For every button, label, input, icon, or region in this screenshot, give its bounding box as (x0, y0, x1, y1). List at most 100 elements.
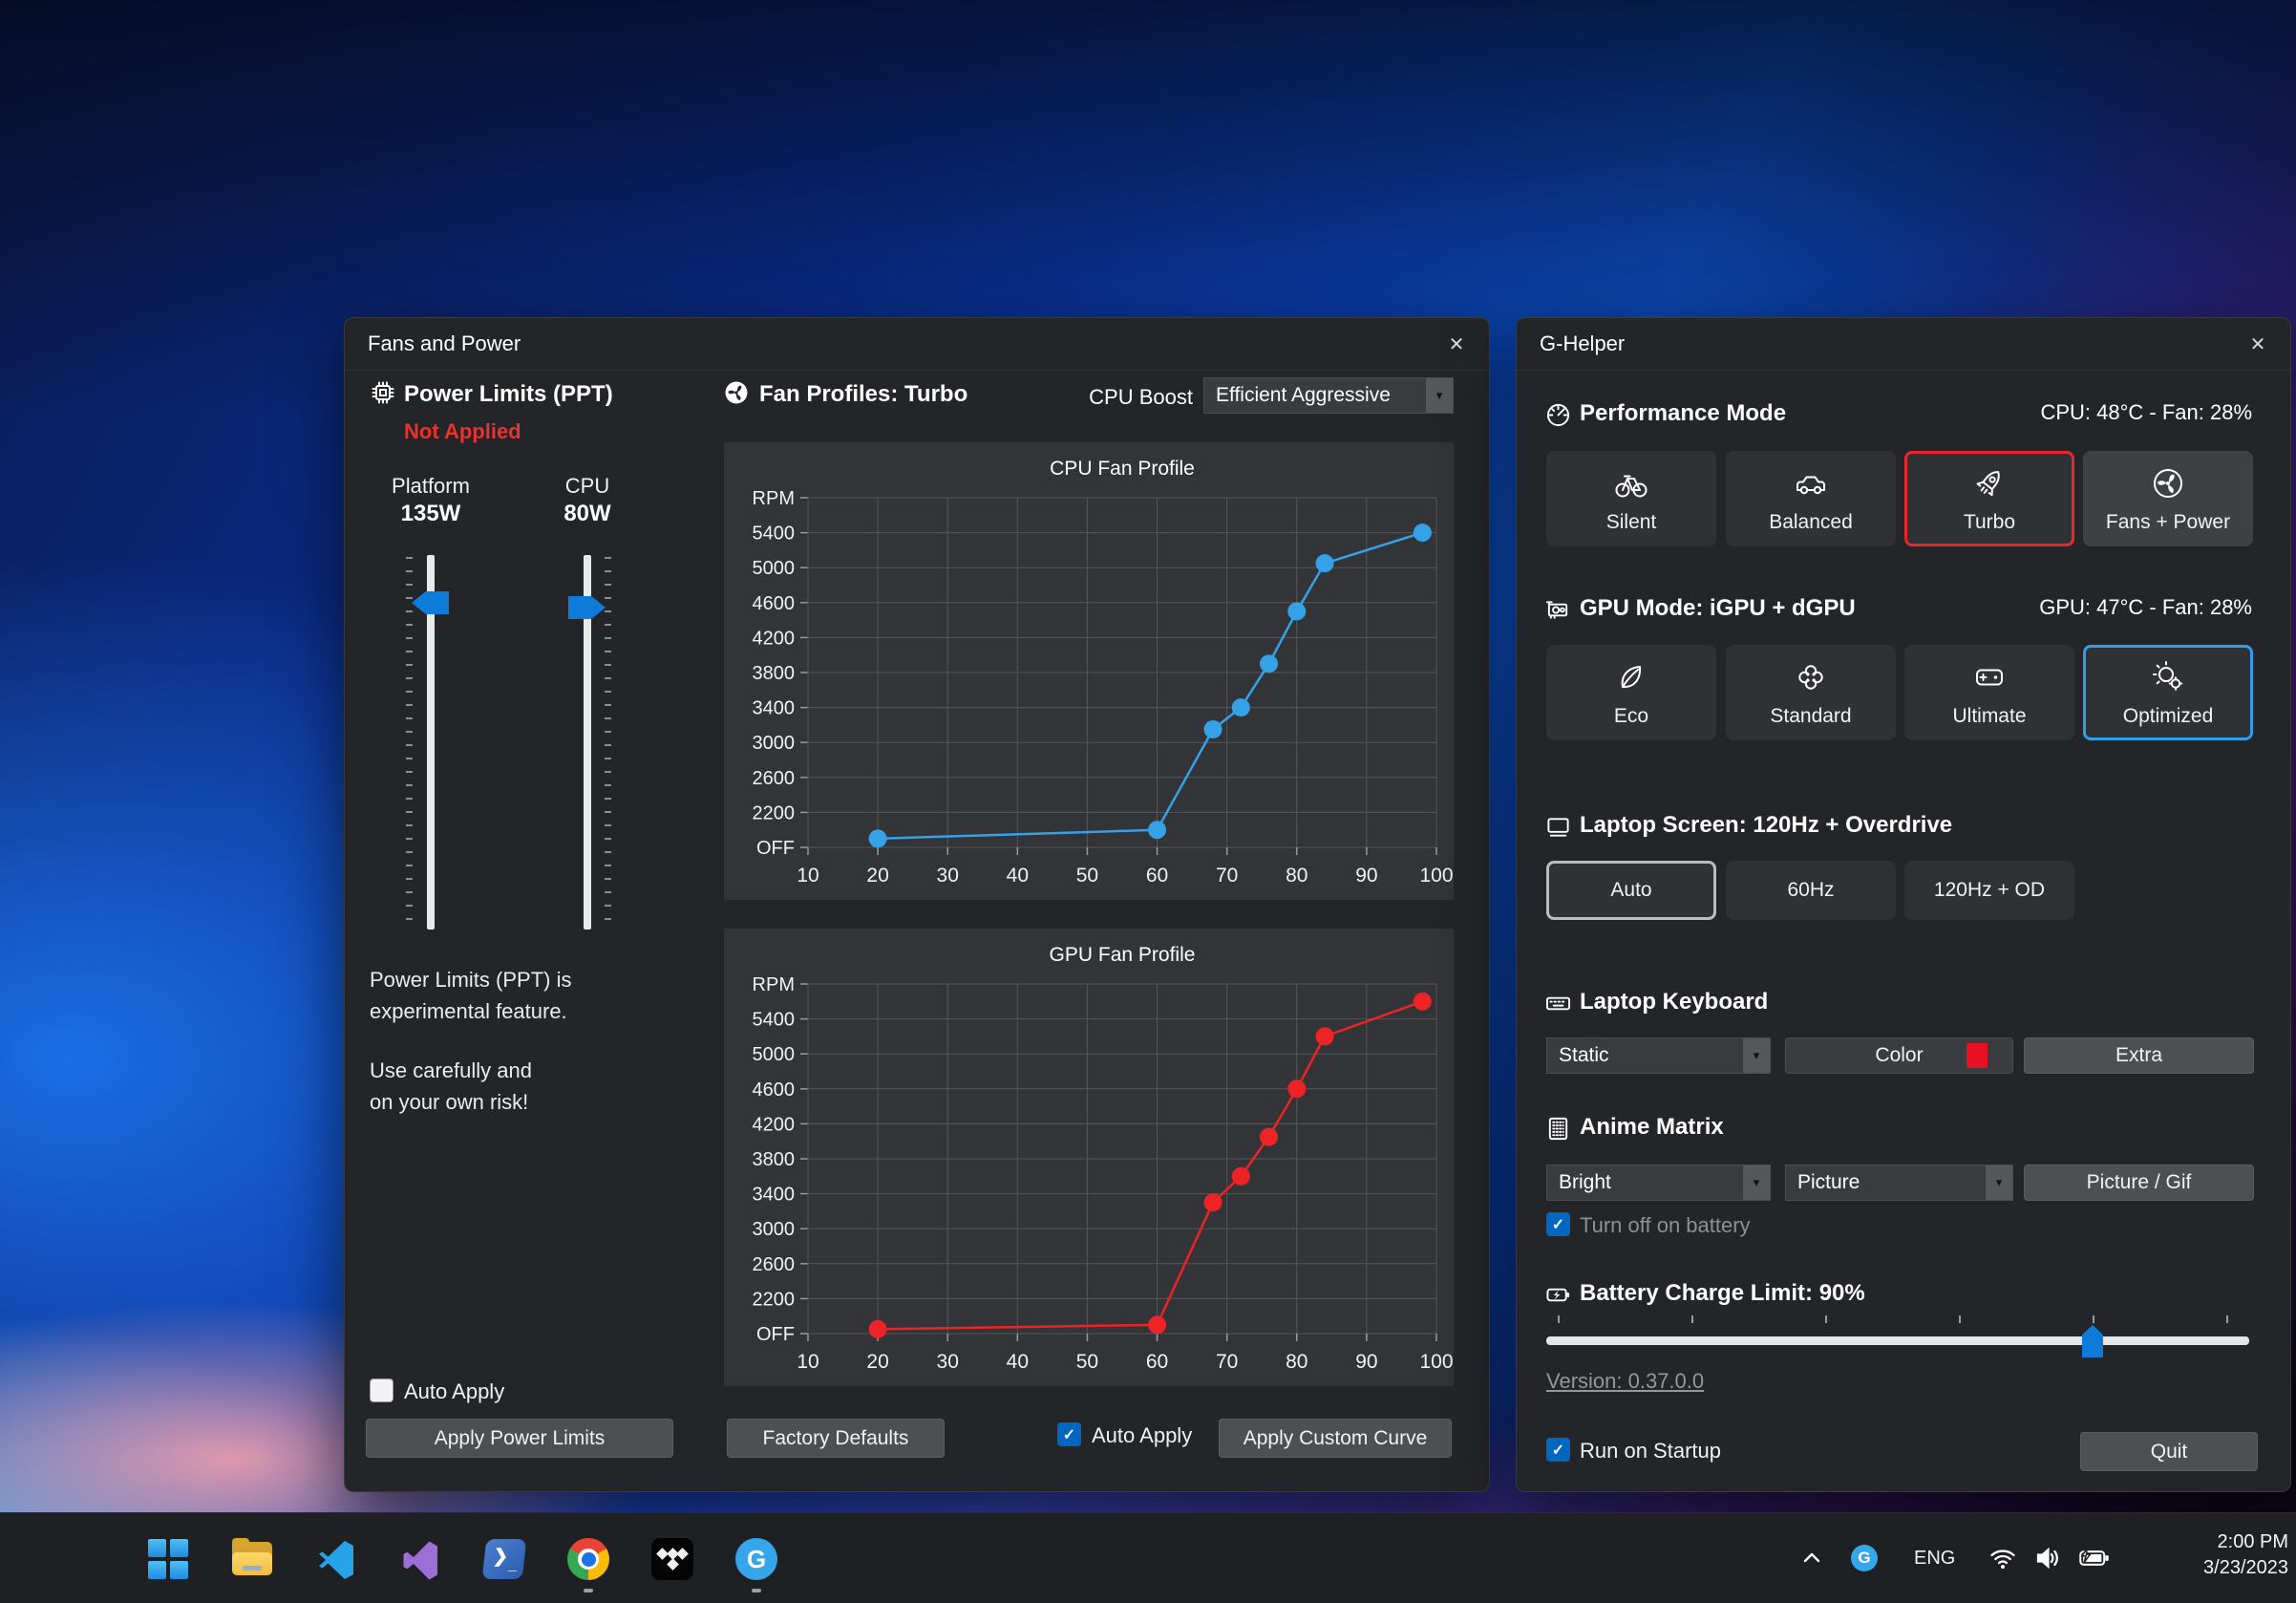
svg-text:CPU Fan Profile: CPU Fan Profile (1050, 458, 1195, 480)
quit-button[interactable]: Quit (2080, 1432, 2258, 1471)
svg-text:RPM: RPM (753, 488, 795, 509)
keyboard-heading: Laptop Keyboard (1580, 989, 1768, 1015)
chevron-down-icon[interactable]: ▾ (1743, 1038, 1770, 1073)
check-icon: ✓ (1552, 1215, 1564, 1234)
turn-off-on-battery-checkbox[interactable]: ✓ (1546, 1212, 1570, 1236)
svg-text:80: 80 (1286, 865, 1307, 887)
svg-text:OFF: OFF (756, 1324, 795, 1345)
screen-button-auto[interactable]: Auto (1546, 861, 1716, 920)
battery-limit-slider[interactable] (1546, 1336, 2249, 1345)
svg-text:3400: 3400 (753, 1185, 796, 1206)
svg-text:RPM: RPM (753, 974, 795, 995)
battery-charging-icon[interactable] (2078, 1545, 2111, 1571)
battery-limit-slider-thumb[interactable] (2082, 1325, 2103, 1357)
fans-and-power-window: Fans and Power ✕ Power Limits (PPT) Not … (344, 317, 1490, 1492)
tidal-icon[interactable] (649, 1536, 695, 1582)
gpu-temp-status: GPU: 47°C - Fan: 28% (2039, 595, 2252, 620)
cpu-boost-value: Efficient Aggressive (1204, 378, 1426, 413)
svg-text:GPU Fan Profile: GPU Fan Profile (1050, 944, 1196, 966)
cpu-temp-status: CPU: 48°C - Fan: 28% (2040, 400, 2252, 425)
fan-profile-icon (723, 379, 750, 406)
factory-defaults-button[interactable]: Factory Defaults (727, 1419, 945, 1458)
check-icon: ✓ (1552, 1441, 1564, 1460)
anime-matrix-icon (1545, 1116, 1571, 1142)
gpu-button-ultimate[interactable]: Ultimate (1904, 645, 2074, 740)
slider-tick (1558, 1315, 1560, 1323)
keyboard-color-button[interactable]: Color (1785, 1037, 2013, 1074)
file-explorer-icon[interactable] (229, 1536, 275, 1582)
gpu-fan-chart[interactable]: GPU Fan ProfileRPM5400500046004200380034… (724, 929, 1454, 1386)
mode-button-turbo[interactable]: Turbo (1904, 451, 2074, 546)
matrix-brightness-dropdown[interactable]: Bright ▾ (1546, 1165, 1771, 1201)
screen-button-120hz-od[interactable]: 120Hz + OD (1904, 861, 2074, 920)
gauge-icon (1545, 402, 1571, 428)
power-auto-apply-checkbox[interactable] (370, 1379, 393, 1402)
chevron-down-icon[interactable]: ▾ (1743, 1165, 1770, 1200)
gpu-button-optimized[interactable]: Optimized (2083, 645, 2253, 740)
ghelper-logo-icon: G (735, 1538, 777, 1580)
screen-button-60hz[interactable]: 60Hz (1726, 861, 1896, 920)
svg-text:2600: 2600 (753, 1254, 796, 1275)
keyboard-mode-dropdown[interactable]: Static ▾ (1546, 1037, 1771, 1074)
apply-custom-curve-button[interactable]: Apply Custom Curve (1219, 1419, 1452, 1458)
mode-button-silent[interactable]: Silent (1546, 451, 1716, 546)
cpu-fan-chart[interactable]: CPU Fan ProfileRPM5400500046004200380034… (724, 442, 1454, 900)
tray-clock[interactable]: 2:00 PM 3/23/2023 (2151, 1529, 2288, 1581)
run-on-startup-checkbox[interactable]: ✓ (1546, 1438, 1570, 1462)
gpu-button-label: Optimized (2123, 705, 2214, 728)
fans-window-title: Fans and Power (368, 331, 1439, 356)
mode-button-fans-power[interactable]: Fans + Power (2083, 451, 2253, 546)
volume-icon[interactable] (2034, 1544, 2063, 1572)
close-icon[interactable]: ✕ (2241, 327, 2275, 361)
chevron-down-icon[interactable]: ▾ (1426, 378, 1453, 413)
apply-power-limits-button[interactable]: Apply Power Limits (366, 1419, 673, 1458)
gpu-button-standard[interactable]: Standard (1726, 645, 1896, 740)
curve-auto-apply-label: Auto Apply (1092, 1423, 1192, 1448)
svg-text:60: 60 (1146, 1351, 1168, 1373)
platform-slider-thumb[interactable] (412, 591, 449, 614)
version-link[interactable]: Version: 0.37.0.0 (1546, 1369, 1704, 1394)
tidal-logo-icon (651, 1538, 693, 1580)
start-button[interactable] (145, 1536, 191, 1582)
battery-heading: Battery Charge Limit: 90% (1580, 1280, 1865, 1307)
screen-heading: Laptop Screen: 120Hz + Overdrive (1580, 812, 1952, 839)
svg-text:100: 100 (1419, 1351, 1453, 1373)
tray-ghelper-icon[interactable]: G (1851, 1545, 1878, 1571)
tray-language[interactable]: ENG (1914, 1548, 1955, 1570)
close-icon[interactable]: ✕ (1439, 327, 1474, 361)
fan-icon (2149, 464, 2187, 502)
chrome-icon[interactable] (565, 1536, 611, 1582)
windows-logo-icon (148, 1539, 188, 1579)
svg-text:3000: 3000 (753, 1219, 796, 1240)
mode-button-balanced[interactable]: Balanced (1726, 451, 1896, 546)
tray-chevron-up-icon[interactable] (1799, 1546, 1824, 1571)
clock-time: 2:00 PM (2151, 1529, 2288, 1555)
turn-off-on-battery-label: Turn off on battery (1580, 1213, 1751, 1238)
g-helper-app-icon[interactable]: G (733, 1536, 779, 1582)
warning-line: Use carefully and (370, 1055, 694, 1086)
chevron-down-icon[interactable]: ▾ (1986, 1165, 2012, 1200)
svg-text:2200: 2200 (753, 1289, 796, 1310)
console-icon (1970, 658, 2009, 696)
matrix-content-dropdown[interactable]: Picture ▾ (1785, 1165, 2013, 1201)
power-limits-warning-2: Use carefully and on your own risk! (370, 1055, 694, 1118)
wifi-icon[interactable] (1988, 1545, 2017, 1573)
curve-auto-apply-checkbox[interactable]: ✓ (1057, 1422, 1081, 1446)
visual-studio-icon[interactable] (397, 1536, 443, 1582)
keyboard-extra-button[interactable]: Extra (2024, 1037, 2254, 1074)
picture-gif-button[interactable]: Picture / Gif (2024, 1165, 2254, 1201)
slider-tick (1691, 1315, 1693, 1323)
powershell-icon[interactable]: ❯_ (481, 1536, 527, 1582)
vs-code-icon[interactable] (313, 1536, 359, 1582)
battery-icon (1545, 1282, 1571, 1308)
cpu-boost-dropdown[interactable]: Efficient Aggressive ▾ (1203, 377, 1454, 414)
gpu-button-eco[interactable]: Eco (1546, 645, 1716, 740)
mode-button-label: Turbo (1964, 511, 2015, 534)
ghelper-titlebar[interactable]: G-Helper ✕ (1517, 318, 2290, 371)
slider-tick (2226, 1315, 2228, 1323)
svg-text:90: 90 (1355, 865, 1377, 887)
rocket-icon (1970, 464, 2009, 502)
cpu-slider-thumb[interactable] (568, 596, 606, 619)
svg-text:50: 50 (1076, 1351, 1098, 1373)
fans-titlebar[interactable]: Fans and Power ✕ (345, 318, 1489, 371)
